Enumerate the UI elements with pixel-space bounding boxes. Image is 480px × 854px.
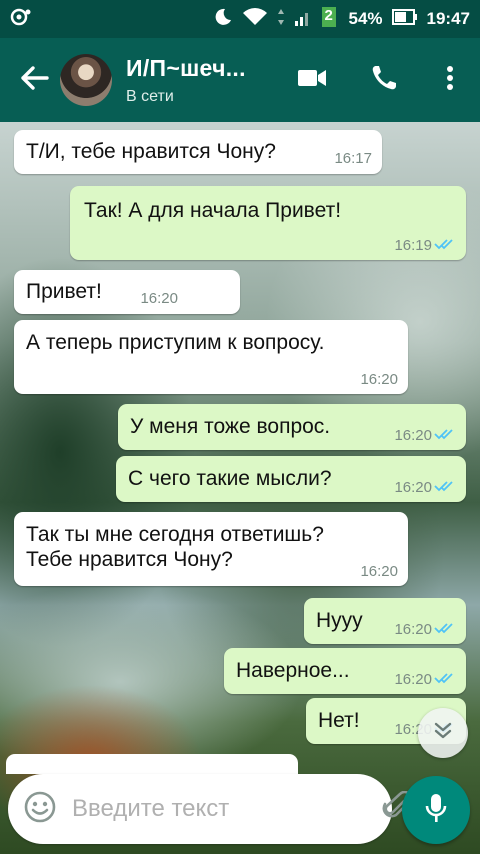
message-time: 16:20 bbox=[394, 479, 432, 496]
message-bubble[interactable]: Так! А для начала Привет! 16:19 bbox=[70, 186, 466, 260]
message-time: 16:20 bbox=[394, 671, 432, 688]
message-text: Наверное... bbox=[236, 659, 350, 682]
wifi-icon bbox=[242, 7, 268, 32]
status-bar: 2 54% 19:47 bbox=[0, 0, 480, 38]
message-bubble[interactable]: У меня тоже вопрос. 16:20 bbox=[118, 404, 466, 450]
emoji-icon bbox=[24, 791, 56, 828]
signal-sim2-icon: 2 bbox=[321, 6, 339, 33]
notification-icon bbox=[10, 8, 32, 31]
message-bubble[interactable]: Так ты мне сегодня ответишь? Тебе нравит… bbox=[14, 512, 408, 586]
message-text: У меня тоже вопрос. bbox=[130, 415, 331, 438]
phone-call-icon bbox=[370, 64, 398, 97]
contact-status: В сети bbox=[126, 87, 174, 105]
signal-sim1-icon bbox=[294, 7, 312, 32]
more-vert-icon bbox=[446, 65, 454, 96]
message-bubble[interactable]: С чего такие мысли? 16:20 bbox=[116, 456, 466, 502]
chat-header: И/П~шеч... В сети bbox=[0, 38, 480, 122]
message-time: 16:20 bbox=[394, 621, 432, 638]
video-call-button[interactable] bbox=[276, 38, 348, 122]
message-input[interactable] bbox=[72, 795, 382, 823]
read-receipt-icon bbox=[434, 428, 456, 444]
chat-messages[interactable]: Т/И, тебе нравится Чону? 16:17 Так! А дл… bbox=[0, 122, 480, 854]
message-bubble[interactable]: А теперь приступим к вопросу. 16:20 bbox=[14, 320, 408, 394]
message-composer bbox=[8, 774, 456, 844]
microphone-icon bbox=[425, 792, 447, 829]
message-bubble[interactable]: Привет! 16:20 bbox=[14, 270, 240, 314]
voice-message-button[interactable] bbox=[402, 776, 470, 844]
do-not-disturb-moon-icon bbox=[213, 7, 233, 32]
read-receipt-icon bbox=[434, 480, 456, 496]
message-time: 16:20 bbox=[394, 427, 432, 444]
message-time: 16:19 bbox=[394, 237, 432, 254]
message-text: А теперь приступим к вопросу. bbox=[26, 331, 325, 354]
message-time: 16:20 bbox=[360, 563, 398, 580]
message-text: Т/И, тебе нравится Чону? bbox=[26, 140, 276, 163]
message-text: Так! А для начала Привет! bbox=[84, 199, 342, 222]
message-text: Так ты мне сегодня ответишь? Тебе нравит… bbox=[26, 523, 324, 571]
message-text: С чего такие мысли? bbox=[128, 467, 332, 490]
message-time: 16:20 bbox=[140, 290, 178, 307]
scroll-to-bottom-button[interactable] bbox=[418, 708, 468, 758]
message-text: Нет! bbox=[318, 709, 360, 732]
clock: 19:47 bbox=[426, 9, 470, 28]
double-chevron-down-icon bbox=[432, 720, 454, 747]
contact-name: И/П~шеч... bbox=[126, 54, 246, 81]
contact-avatar[interactable] bbox=[60, 54, 112, 106]
back-button[interactable] bbox=[0, 38, 56, 122]
more-options-button[interactable] bbox=[420, 38, 480, 122]
message-bubble[interactable]: Наверное... 16:20 bbox=[224, 648, 466, 694]
message-time: 16:20 bbox=[360, 371, 398, 388]
read-receipt-icon bbox=[434, 238, 456, 254]
message-bubble[interactable]: Т/И, тебе нравится Чону? 16:17 bbox=[14, 130, 382, 174]
emoji-button[interactable] bbox=[24, 790, 56, 828]
read-receipt-icon bbox=[434, 622, 456, 638]
voice-call-button[interactable] bbox=[348, 38, 420, 122]
battery-icon bbox=[391, 8, 418, 31]
contact-info[interactable]: И/П~шеч... В сети bbox=[126, 55, 276, 106]
video-call-icon bbox=[297, 68, 327, 93]
network-data-arrows-icon bbox=[277, 8, 285, 31]
message-bubble-partial[interactable] bbox=[6, 754, 298, 774]
message-text: Привет! bbox=[26, 280, 102, 303]
back-arrow-icon bbox=[20, 65, 50, 96]
message-bubble[interactable]: Нууу 16:20 bbox=[304, 598, 466, 644]
message-time: 16:17 bbox=[334, 150, 372, 167]
sim-badge: 2 bbox=[324, 6, 333, 24]
message-text: Нууу bbox=[316, 609, 363, 632]
read-receipt-icon bbox=[434, 672, 456, 688]
battery-percent: 54% bbox=[348, 9, 383, 28]
